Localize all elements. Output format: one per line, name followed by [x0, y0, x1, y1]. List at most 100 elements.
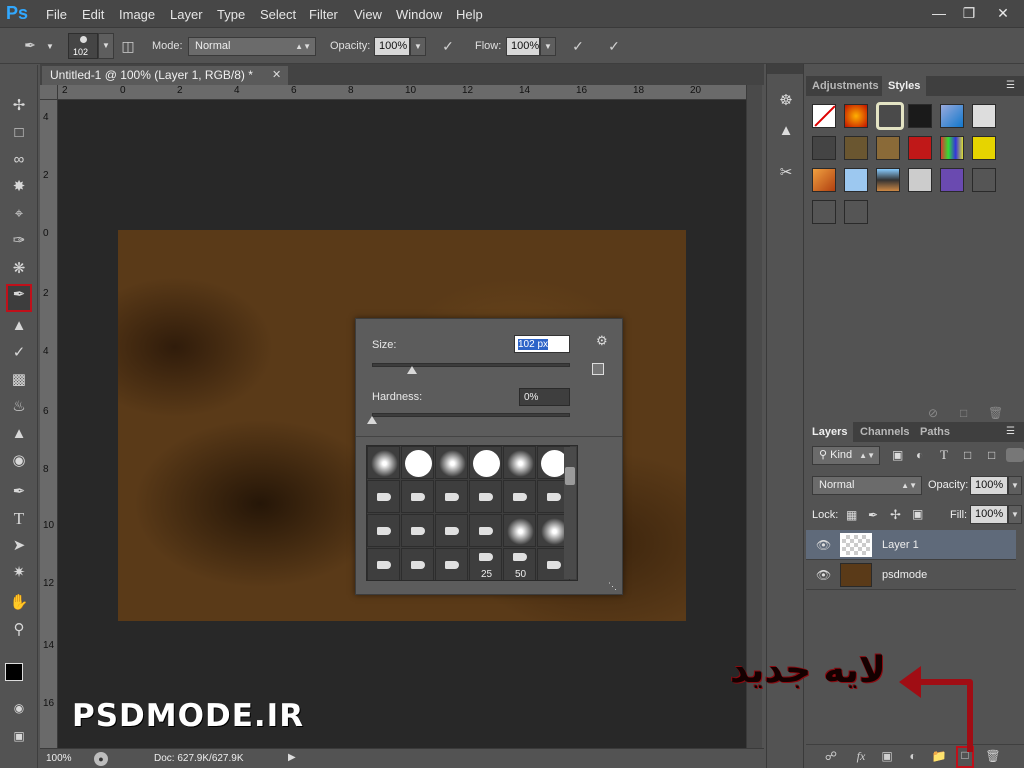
hardness-slider-track[interactable]	[372, 413, 570, 417]
magic-wand-tool-icon[interactable]: ✸	[6, 176, 32, 198]
style-swatch[interactable]	[876, 168, 900, 192]
size-slider-thumb[interactable]	[406, 366, 417, 374]
navigator-icon[interactable]: ☸	[775, 90, 797, 112]
brush-tool-icon-active[interactable]: ✒	[6, 284, 32, 312]
menu-file[interactable]: File	[46, 7, 67, 22]
flow-dropdown-arrow[interactable]: ▼	[540, 37, 556, 56]
paint-bucket-tool-icon[interactable]: ♨	[6, 396, 32, 418]
pressure-size-icon[interactable]: ✓	[604, 38, 624, 55]
panel-menu-icon[interactable]: ☰	[1006, 80, 1015, 91]
fill-arrow[interactable]: ▼	[1008, 505, 1022, 524]
brush-preset[interactable]	[367, 480, 400, 513]
filter-smart-object-icon[interactable]: □	[988, 448, 995, 462]
document-tab[interactable]: Untitled-1 @ 100% (Layer 1, RGB/8) *	[42, 66, 288, 85]
tool-presets-icon[interactable]: ✂	[775, 162, 797, 184]
brush-preset[interactable]: 25	[469, 548, 502, 580]
resize-grip-icon[interactable]: ⋱	[608, 581, 617, 592]
path-selection-tool-icon[interactable]: ➤	[6, 535, 32, 557]
airbrush-icon[interactable]: ✓	[568, 38, 588, 55]
layer-opacity-field[interactable]: 100%	[970, 476, 1008, 495]
screen-mode-icon[interactable]: ▣	[6, 725, 32, 747]
blur-tool-icon[interactable]: ▲	[6, 423, 32, 445]
style-none-swatch[interactable]	[812, 104, 836, 128]
style-swatch[interactable]	[844, 104, 868, 128]
tab-channels[interactable]: Channels	[854, 422, 916, 442]
style-swatch[interactable]	[972, 136, 996, 160]
brush-preset[interactable]	[435, 514, 468, 547]
brush-preset[interactable]	[401, 446, 434, 479]
hand-tool-icon[interactable]: ✋	[6, 592, 32, 614]
style-swatch[interactable]	[844, 200, 868, 224]
style-swatch[interactable]	[812, 200, 836, 224]
style-swatch[interactable]	[812, 168, 836, 192]
brush-preset[interactable]	[367, 514, 400, 547]
marquee-tool-icon[interactable]: □	[6, 122, 32, 144]
new-style-icon[interactable]: □	[960, 406, 967, 420]
layer-opacity-arrow[interactable]: ▼	[1008, 476, 1022, 495]
move-tool-icon[interactable]: ✢	[6, 95, 32, 117]
hardness-slider-thumb[interactable]	[367, 416, 377, 424]
filter-pixel-icon[interactable]: ▣	[892, 448, 903, 462]
style-swatch[interactable]	[940, 136, 964, 160]
brush-preset[interactable]	[469, 514, 502, 547]
tab-styles[interactable]: Styles	[882, 76, 927, 96]
blend-mode-dropdown[interactable]: Normal ▲▼	[812, 476, 922, 495]
filter-kind-dropdown[interactable]: ⚲ Kind ▲▼	[812, 446, 880, 465]
menu-select[interactable]: Select	[260, 7, 296, 22]
visibility-eye-icon[interactable]: 👁	[816, 538, 831, 552]
chevron-down-icon[interactable]: ▼	[46, 42, 54, 51]
zoom-level[interactable]: 100%	[46, 753, 72, 764]
style-swatch[interactable]	[876, 136, 900, 160]
brush-preset[interactable]	[367, 548, 400, 580]
mode-dropdown[interactable]: Normal ▲▼	[188, 37, 316, 56]
style-swatch[interactable]	[908, 136, 932, 160]
link-layers-icon[interactable]: ☍	[822, 749, 840, 765]
flow-field[interactable]: 100%	[506, 37, 540, 56]
lock-image-icon[interactable]: ✒	[868, 508, 878, 522]
menu-help[interactable]: Help	[456, 7, 483, 22]
history-brush-tool-icon[interactable]: ✓	[6, 342, 32, 364]
layer-row[interactable]: 👁 Layer 1	[806, 530, 1016, 560]
histogram-icon[interactable]: ▲	[775, 120, 797, 142]
menu-edit[interactable]: Edit	[82, 7, 104, 22]
menu-type[interactable]: Type	[217, 7, 245, 22]
minimize-icon[interactable]: —	[924, 2, 954, 24]
layer-row[interactable]: 👁 psdmode	[806, 560, 1016, 590]
vertical-ruler[interactable]: 4 2 0 2 4 6 8 10 12 14 16	[40, 100, 58, 748]
tab-adjustments[interactable]: Adjustments	[806, 76, 885, 96]
filter-type-icon[interactable]: T	[940, 447, 948, 463]
new-preset-icon[interactable]	[592, 363, 604, 375]
layer-name[interactable]: psdmode	[882, 569, 927, 581]
style-swatch[interactable]	[940, 104, 964, 128]
brush-preset[interactable]	[367, 446, 400, 479]
brush-preset[interactable]	[435, 548, 468, 580]
stamp-tool-icon[interactable]: ▲	[6, 315, 32, 337]
eraser-tool-icon[interactable]: ▩	[6, 369, 32, 391]
ruler-origin[interactable]	[40, 85, 58, 100]
hardness-field[interactable]: 0%	[519, 388, 570, 406]
shape-tool-icon[interactable]: ✷	[6, 562, 32, 584]
panel-menu-icon[interactable]: ☰	[1006, 426, 1015, 437]
pen-tool-icon[interactable]: ✒	[6, 481, 32, 503]
add-mask-icon[interactable]: ▣	[878, 749, 896, 765]
menu-image[interactable]: Image	[119, 7, 155, 22]
size-slider-track[interactable]	[372, 363, 570, 367]
lock-all-icon[interactable]: ▣	[912, 507, 923, 521]
horizontal-ruler[interactable]: 2 0 2 4 6 8 10 12 14 16 18 20	[58, 85, 746, 100]
quick-mask-icon[interactable]: ◉	[6, 697, 32, 719]
opacity-field[interactable]: 100%	[374, 37, 410, 56]
pressure-opacity-icon[interactable]: ✓	[438, 38, 458, 55]
brush-preset[interactable]	[469, 446, 502, 479]
menu-filter[interactable]: Filter	[309, 7, 338, 22]
gear-icon[interactable]: ⚙	[596, 333, 608, 349]
tab-close-icon[interactable]: ✕	[272, 68, 281, 81]
brush-preset[interactable]	[435, 446, 468, 479]
brush-preset[interactable]	[503, 480, 536, 513]
opacity-dropdown-arrow[interactable]: ▼	[410, 37, 426, 56]
brush-picker-arrow[interactable]: ▼	[98, 33, 114, 59]
menu-window[interactable]: Window	[396, 7, 442, 22]
type-tool-icon[interactable]: T	[6, 508, 32, 530]
style-swatch[interactable]	[844, 136, 868, 160]
brush-preset[interactable]	[503, 446, 536, 479]
close-icon[interactable]: ✕	[988, 2, 1018, 24]
